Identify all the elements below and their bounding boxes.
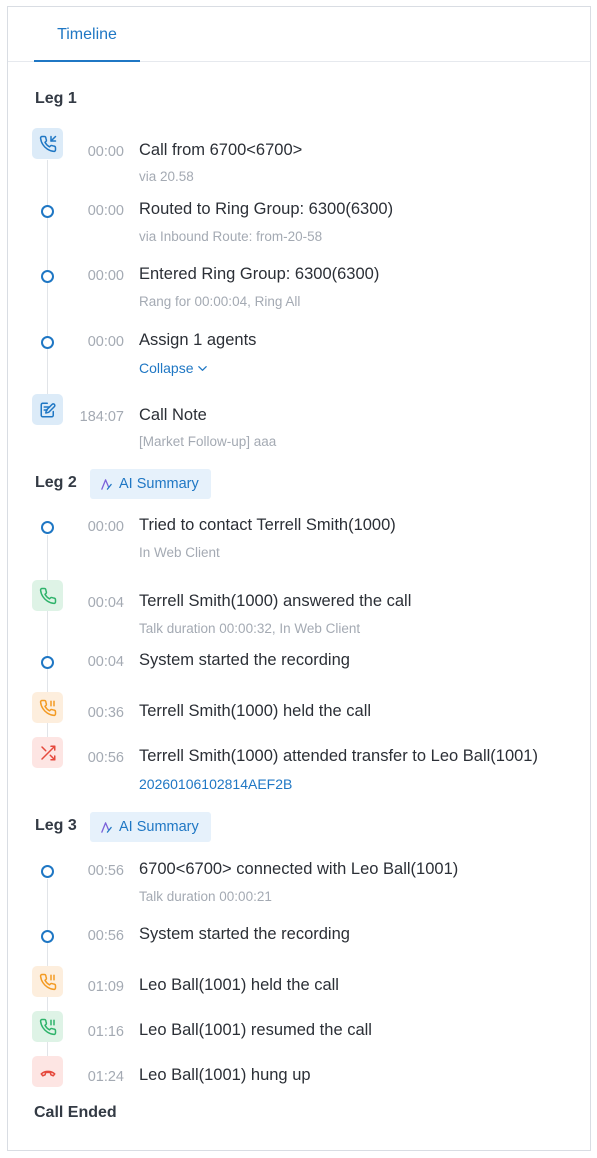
event-subtitle: Talk duration 00:00:21	[139, 889, 272, 904]
event-title: Leo Ball(1001) held the call	[139, 976, 339, 994]
event-time: 00:36	[87, 705, 124, 721]
event-title: Leo Ball(1001) resumed the call	[139, 1021, 372, 1039]
event-title: Call from 6700<6700>	[139, 141, 303, 159]
event-title: System started the recording	[139, 925, 350, 943]
phone-hangup-icon	[32, 1056, 63, 1087]
phone-hold-icon	[32, 692, 63, 723]
collapse-label: Collapse	[139, 360, 194, 376]
event-subtitle: Talk duration 00:00:32, In Web Client	[139, 621, 361, 636]
ai-summary-label: AI Summary	[119, 819, 199, 835]
event-time: 184:07	[79, 409, 124, 425]
event-subtitle: [Market Follow-up] aaa	[139, 434, 277, 449]
event-title: System started the recording	[139, 651, 350, 669]
timeline-panel: Timeline Leg 1 00:00 Call from 6700<6700…	[7, 6, 591, 1151]
event-title: Tried to contact Terrell Smith(1000)	[139, 516, 396, 534]
event-subtitle: In Web Client	[139, 545, 220, 560]
event-title: Terrell Smith(1000) held the call	[139, 702, 372, 720]
timeline-rail	[47, 535, 48, 765]
phone-resume-icon	[32, 1011, 63, 1042]
event-title: 6700<6700> connected with Leo Ball(1001)	[139, 860, 459, 878]
timeline-dot	[41, 656, 54, 669]
ai-summary-label: AI Summary	[119, 476, 199, 492]
timeline-dot	[41, 521, 54, 534]
event-title: Assign 1 agents	[139, 331, 257, 349]
leg-2-label: Leg 2	[35, 474, 77, 491]
ai-sparkle-icon	[101, 821, 112, 833]
ai-sparkle-icon	[101, 478, 112, 490]
event-time: 00:04	[87, 595, 124, 611]
call-ended-label: Call Ended	[34, 1104, 117, 1121]
ai-summary-button[interactable]: AI Summary	[90, 469, 211, 499]
event-title: Call Note	[139, 406, 207, 424]
event-title: Leo Ball(1001) hung up	[139, 1066, 311, 1084]
event-title: Routed to Ring Group: 6300(6300)	[139, 200, 394, 218]
phone-incoming-icon	[32, 128, 63, 159]
event-time: 00:00	[87, 519, 124, 535]
event-time: 00:56	[87, 863, 124, 879]
ai-summary-button[interactable]: AI Summary	[90, 812, 211, 842]
event-subtitle: Rang for 00:00:04, Ring All	[139, 294, 301, 309]
event-time: 00:56	[87, 750, 124, 766]
recording-id-link[interactable]: 20260106102814AEF2B	[139, 776, 292, 792]
leg-3-label: Leg 3	[35, 817, 77, 834]
transfer-shuffle-icon	[32, 737, 63, 768]
event-subtitle: via Inbound Route: from-20-58	[139, 229, 323, 244]
timeline-dot	[41, 865, 54, 878]
event-time: 01:09	[87, 979, 124, 995]
collapse-link[interactable]: Collapse	[139, 360, 208, 376]
chevron-down-icon	[198, 365, 208, 371]
event-time: 00:00	[87, 268, 124, 284]
event-time: 01:16	[87, 1024, 124, 1040]
timeline-dot	[41, 270, 54, 283]
event-time: 00:04	[87, 654, 124, 670]
event-title: Terrell Smith(1000) attended transfer to…	[139, 747, 538, 765]
event-time: 00:00	[87, 334, 124, 350]
phone-hold-icon	[32, 966, 63, 997]
leg-1-label: Leg 1	[35, 90, 77, 107]
timeline-dot	[41, 205, 54, 218]
event-title: Terrell Smith(1000) answered the call	[139, 592, 412, 610]
event-time: 00:00	[87, 203, 124, 219]
timeline-dot	[41, 930, 54, 943]
timeline-rail	[47, 160, 48, 408]
timeline-content: Leg 1 00:00 Call from 6700<6700> via 20.…	[8, 7, 590, 1147]
timeline-dot	[41, 336, 54, 349]
event-title: Entered Ring Group: 6300(6300)	[139, 265, 380, 283]
event-time: 00:56	[87, 928, 124, 944]
event-time: 01:24	[87, 1069, 124, 1085]
event-time: 00:00	[87, 144, 124, 160]
phone-answered-icon	[32, 580, 63, 611]
note-edit-icon	[32, 394, 63, 425]
event-subtitle: via 20.58	[139, 169, 194, 184]
